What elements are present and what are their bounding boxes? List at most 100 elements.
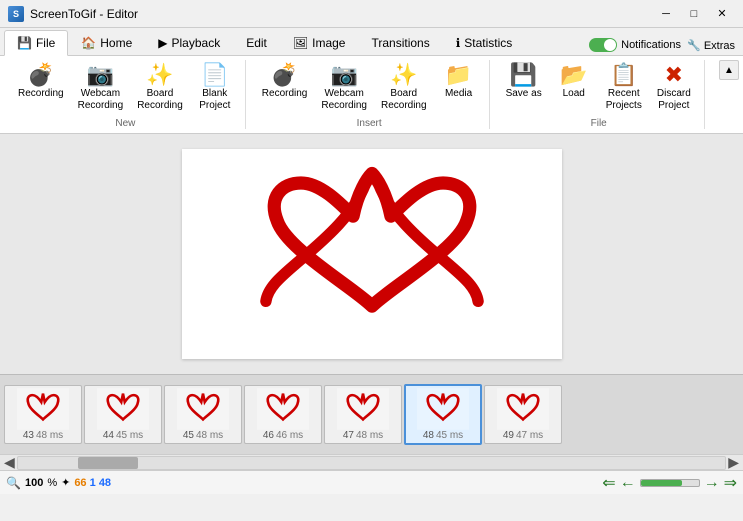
tab-home-label: Home — [100, 36, 132, 50]
save-as-button[interactable]: 💾 Save as — [500, 60, 548, 104]
insert-webcam-label: WebcamRecording — [321, 88, 367, 112]
frame-49-num: 49 — [503, 430, 514, 441]
ribbon-group-file: 💾 Save as 📂 Load 📋 RecentProjects ✖ Disc… — [494, 60, 705, 129]
film-frame-44[interactable]: 44 45 ms — [84, 385, 162, 444]
zoom-separator: ✦ — [61, 476, 70, 489]
insert-board-label: BoardRecording — [381, 88, 427, 112]
frame-45-time: 48 ms — [196, 430, 223, 441]
selected-count: 1 — [90, 477, 96, 489]
frame-43-num: 43 — [23, 430, 34, 441]
file-group-label: File — [591, 118, 607, 129]
notifications-label: Notifications — [621, 39, 681, 51]
frame-44-thumbnail — [97, 388, 149, 430]
recent-projects-button[interactable]: 📋 RecentProjects — [600, 60, 648, 116]
blank-project-button[interactable]: 📄 BlankProject — [191, 60, 239, 116]
film-frame-47[interactable]: 47 48 ms — [324, 385, 402, 444]
total-frames: 66 — [74, 477, 86, 489]
scroll-track[interactable] — [17, 456, 726, 470]
insert-recording-button[interactable]: 💣 Recording — [256, 60, 314, 104]
horizontal-scrollbar[interactable]: ◀ ▶ — [0, 454, 743, 470]
webcam-recording-button[interactable]: 📷 WebcamRecording — [72, 60, 130, 116]
load-label: Load — [563, 88, 585, 100]
frame-47-num: 47 — [343, 430, 354, 441]
tab-edit[interactable]: Edit — [233, 29, 280, 55]
tab-file-label: File — [36, 36, 55, 50]
new-group-label: New — [115, 118, 135, 129]
frame-48-num: 48 — [423, 430, 434, 441]
new-group-items: 💣 Recording 📷 WebcamRecording ✨ BoardRec… — [12, 60, 239, 116]
frame-46-num: 46 — [263, 430, 274, 441]
insert-board-icon: ✨ — [390, 64, 417, 86]
discard-project-label: DiscardProject — [657, 88, 691, 112]
load-button[interactable]: 📂 Load — [550, 60, 598, 104]
frame-47-time: 48 ms — [356, 430, 383, 441]
discard-project-button[interactable]: ✖ DiscardProject — [650, 60, 698, 116]
prev-arrow[interactable]: ← — [620, 474, 636, 492]
next-arrow[interactable]: → — [704, 474, 720, 492]
minimize-button[interactable]: ─ — [653, 4, 679, 24]
board-recording-button[interactable]: ✨ BoardRecording — [131, 60, 189, 116]
filmstrip: 43 48 ms 44 45 ms 45 48 ms 46 — [0, 374, 743, 454]
film-frame-46[interactable]: 46 46 ms — [244, 385, 322, 444]
film-frame-43[interactable]: 43 48 ms — [4, 385, 82, 444]
playback-tab-icon: ▶ — [158, 36, 167, 50]
recent-projects-label: RecentProjects — [606, 88, 642, 112]
ribbon-group-new: 💣 Recording 📷 WebcamRecording ✨ BoardRec… — [6, 60, 246, 129]
notifications-toggle[interactable]: Notifications — [589, 38, 681, 52]
insert-webcam-button[interactable]: 📷 WebcamRecording — [315, 60, 373, 116]
ribbon-right-controls: Notifications 🔧 Extras — [589, 38, 743, 55]
extras-icon: 🔧 — [687, 40, 701, 52]
frame-47-thumbnail — [337, 388, 389, 430]
tab-image-label: Image — [312, 36, 345, 50]
insert-group-label: Insert — [357, 118, 382, 129]
status-bar: 🔍 100 % ✦ 66 1 48 ⇐ ← → ⇒ — [0, 470, 743, 494]
zoom-value: 100 — [25, 477, 43, 489]
tab-image[interactable]: 🖼 Image — [280, 29, 359, 55]
tab-file[interactable]: 💾 File — [4, 30, 68, 56]
scroll-thumb[interactable] — [78, 457, 138, 469]
frame-48-time: 45 ms — [436, 430, 463, 441]
prev-arrow-start[interactable]: ⇐ — [602, 473, 615, 493]
canvas-area — [0, 134, 743, 374]
frame-48-thumbnail — [417, 388, 469, 430]
insert-recording-label: Recording — [262, 88, 308, 100]
next-arrow-end[interactable]: ⇒ — [724, 473, 737, 493]
tab-playback[interactable]: ▶ Playback — [145, 29, 233, 55]
image-tab-icon: 🖼 — [293, 36, 308, 50]
insert-webcam-icon: 📷 — [330, 64, 357, 86]
maximize-button[interactable]: □ — [681, 4, 707, 24]
insert-recording-icon: 💣 — [271, 64, 298, 86]
webcam-icon: 📷 — [87, 64, 114, 86]
save-as-label: Save as — [506, 88, 542, 100]
close-button[interactable]: ✕ — [709, 4, 735, 24]
media-button[interactable]: 📁 Media — [435, 60, 483, 104]
media-label: Media — [445, 88, 472, 100]
film-frame-48[interactable]: 48 45 ms — [404, 384, 482, 445]
ribbon-tabs: 💾 File 🏠 Home ▶ Playback Edit 🖼 Image Tr… — [0, 28, 743, 56]
blank-project-label: BlankProject — [199, 88, 230, 112]
canvas-frame — [182, 149, 562, 359]
zoom-unit: % — [47, 477, 57, 489]
home-tab-icon: 🏠 — [81, 36, 96, 50]
scroll-left-arrow[interactable]: ◀ — [2, 454, 17, 471]
film-frame-45[interactable]: 45 48 ms — [164, 385, 242, 444]
board-icon: ✨ — [146, 64, 173, 86]
toggle-knob — [604, 39, 616, 51]
insert-board-button[interactable]: ✨ BoardRecording — [375, 60, 433, 116]
insert-group-items: 💣 Recording 📷 WebcamRecording ✨ BoardRec… — [256, 60, 483, 116]
frame-44-num: 44 — [103, 430, 114, 441]
recording-button[interactable]: 💣 Recording — [12, 60, 70, 104]
frame-num-display: 48 — [99, 477, 111, 489]
tab-transitions[interactable]: Transitions — [358, 29, 442, 55]
ribbon-collapse-button[interactable]: ▲ — [719, 60, 739, 80]
toggle-switch[interactable] — [589, 38, 617, 52]
frame-44-time: 45 ms — [116, 430, 143, 441]
progress-fill — [641, 480, 683, 486]
tab-transitions-label: Transitions — [371, 36, 429, 50]
frame-count-label: 66 1 48 — [74, 477, 111, 489]
extras-button[interactable]: 🔧 Extras — [687, 39, 735, 52]
film-frame-49[interactable]: 49 47 ms — [484, 385, 562, 444]
tab-home[interactable]: 🏠 Home — [68, 29, 145, 55]
scroll-right-arrow[interactable]: ▶ — [726, 454, 741, 471]
tab-statistics[interactable]: ℹ Statistics — [443, 29, 526, 55]
